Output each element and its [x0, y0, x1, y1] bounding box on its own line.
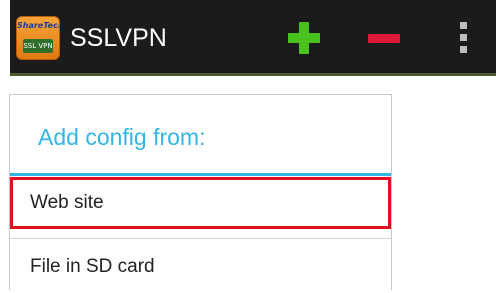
option-web-site[interactable]: Web site	[10, 177, 391, 229]
app-logo-brand-text: ShareTech	[17, 21, 60, 30]
app-logo-tag-text: SSL VPN	[23, 39, 53, 53]
action-bar: ShareTech SSL VPN SSLVPN	[10, 0, 496, 76]
title-divider	[10, 173, 391, 176]
app-title: SSLVPN	[70, 24, 167, 52]
add-icon[interactable]	[288, 22, 320, 54]
option-web-site-label: Web site	[30, 192, 104, 213]
dialog-title: Add config from:	[38, 124, 206, 150]
overflow-menu-icon[interactable]	[458, 22, 470, 54]
remove-icon[interactable]	[368, 22, 400, 54]
option-file-in-sd-card-label: File in SD card	[30, 256, 155, 277]
overflow-dot	[460, 46, 467, 53]
app-logo-icon[interactable]: ShareTech SSL VPN	[16, 16, 60, 60]
add-config-dialog: Add config from: Web site File in SD car…	[9, 94, 392, 290]
option-divider	[10, 238, 391, 239]
option-file-in-sd-card[interactable]: File in SD card	[10, 241, 391, 293]
overflow-dot	[460, 34, 467, 41]
overflow-dot	[460, 22, 467, 29]
